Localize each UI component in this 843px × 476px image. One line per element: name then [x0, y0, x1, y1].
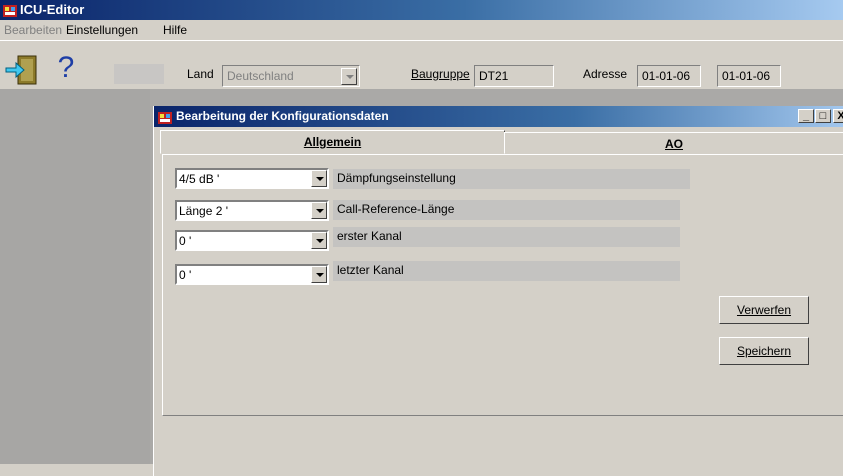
menu-einstellungen[interactable]: Einstellungen: [66, 23, 138, 37]
tab-allgemein[interactable]: Allgemein: [160, 130, 505, 154]
dropdown-arrow-icon: [341, 68, 357, 85]
app-icon: [3, 5, 17, 17]
app-title-bar: ICU-Editor: [0, 0, 843, 20]
land-select-value: Deutschland: [227, 69, 294, 83]
tab-ao[interactable]: AO: [504, 132, 843, 154]
dialog-icon: [158, 112, 172, 124]
dialog-title-bar: Bearbeitung der Konfigurationsdaten _ □ …: [154, 106, 843, 127]
tab-allgemein-label: Allgemein: [303, 135, 362, 149]
erster-kanal-select[interactable]: 0 ': [175, 230, 329, 251]
letzter-kanal-value: 0 ': [179, 268, 192, 282]
dropdown-arrow-icon[interactable]: [311, 170, 327, 187]
config-dialog: Bearbeitung der Konfigurationsdaten _ □ …: [153, 106, 843, 476]
tab-panel: 4/5 dB ' Dämpfungseinstellung Länge 2 ' …: [162, 154, 843, 416]
maximize-icon[interactable]: □: [815, 109, 831, 123]
help-icon: ?: [57, 51, 75, 84]
verwerfen-button[interactable]: Verwerfen: [719, 296, 809, 324]
exit-door-icon: [5, 55, 37, 85]
tab-ao-label: AO: [665, 137, 683, 151]
toolbar-spacer: [114, 64, 164, 84]
call-reference-select[interactable]: Länge 2 ': [175, 200, 329, 221]
dialog-title: Bearbeitung der Konfigurationsdaten: [176, 109, 389, 123]
baugruppe-label: Baugruppe: [411, 67, 470, 81]
erster-kanal-value: 0 ': [179, 234, 192, 248]
exit-button[interactable]: [4, 53, 40, 87]
speichern-label: Speichern: [736, 344, 792, 358]
daempfung-value: 4/5 dB ': [179, 172, 220, 186]
minimize-icon[interactable]: _: [798, 109, 814, 123]
baugruppe-field[interactable]: DT21: [474, 65, 554, 87]
adresse-field-2[interactable]: 01-01-06: [717, 65, 781, 87]
verwerfen-label: Verwerfen: [736, 303, 792, 317]
dropdown-arrow-icon[interactable]: [311, 202, 327, 219]
land-select[interactable]: Deutschland: [222, 65, 360, 87]
speichern-button[interactable]: Speichern: [719, 337, 809, 365]
close-icon[interactable]: X: [833, 109, 843, 123]
help-button[interactable]: ?: [48, 53, 84, 87]
dropdown-arrow-icon[interactable]: [311, 266, 327, 283]
menu-bearbeiten[interactable]: Bearbeiten: [4, 23, 62, 37]
toolbar: ? Land Deutschland Baugruppe DT21 Adress…: [0, 40, 843, 88]
call-reference-value: Länge 2 ': [179, 204, 229, 218]
menu-bar: Bearbeiten Einstellungen Hilfe: [0, 20, 843, 40]
call-reference-label: Call-Reference-Länge: [333, 200, 680, 220]
daempfung-select[interactable]: 4/5 dB ': [175, 168, 329, 189]
erster-kanal-label: erster Kanal: [333, 227, 680, 247]
adresse-field[interactable]: 01-01-06: [637, 65, 701, 87]
app-title: ICU-Editor: [20, 2, 85, 17]
adresse-label: Adresse: [583, 67, 628, 81]
daempfung-label: Dämpfungseinstellung: [333, 169, 690, 189]
letzter-kanal-select[interactable]: 0 ': [175, 264, 329, 285]
menu-hilfe[interactable]: Hilfe: [163, 23, 187, 37]
letzter-kanal-label: letzter Kanal: [333, 261, 680, 281]
left-panel: [0, 89, 150, 464]
dropdown-arrow-icon[interactable]: [311, 232, 327, 249]
land-label: Land: [187, 67, 214, 81]
